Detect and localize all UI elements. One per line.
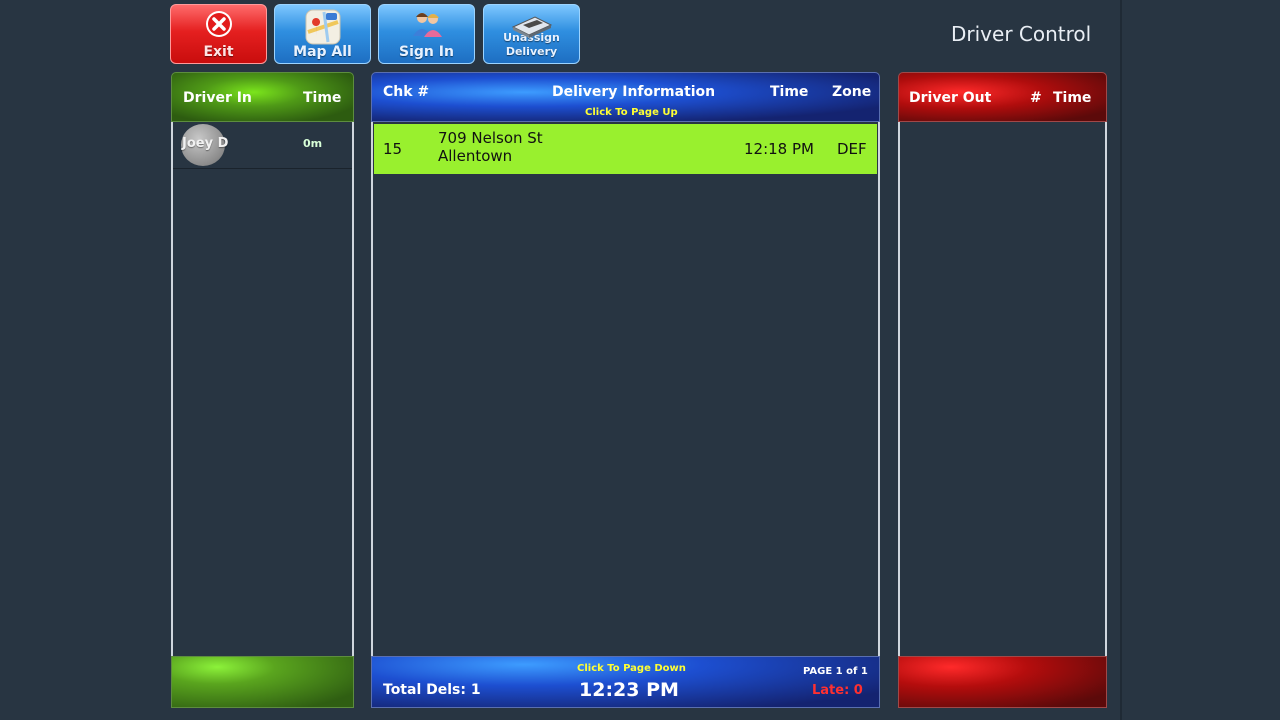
driver-row[interactable]: Joey D 0m xyxy=(173,122,352,169)
page-indicator: PAGE 1 of 1 xyxy=(803,666,868,677)
page-up-hint: Click To Page Up xyxy=(585,107,678,118)
delivery-footer[interactable]: Click To Page Down Total Dels: 1 12:23 P… xyxy=(371,656,880,708)
driver-out-panel: Driver Out # Time xyxy=(898,72,1107,708)
delivery-row[interactable]: 15 709 Nelson St Allentown 12:18 PM DEF xyxy=(374,124,877,174)
unassign-label-line2: Delivery xyxy=(505,45,558,58)
time-header: Time xyxy=(770,84,809,100)
driver-in-list: Joey D 0m xyxy=(171,122,354,656)
driver-time: 0m xyxy=(303,137,323,150)
delivery-panel: Chk # Delivery Information Click To Page… xyxy=(371,72,880,708)
driver-in-header: Driver In Time xyxy=(171,72,354,122)
screen-divider xyxy=(1120,0,1122,720)
delivery-zone: DEF xyxy=(837,140,867,158)
delivery-list: 15 709 Nelson St Allentown 12:18 PM DEF xyxy=(371,122,880,656)
delivery-tray-icon xyxy=(511,11,553,43)
delivery-time: 12:18 PM xyxy=(744,140,814,158)
delivery-chk: 15 xyxy=(383,140,403,158)
users-icon xyxy=(410,10,444,42)
late-count: Late: 0 xyxy=(812,683,863,698)
driver-in-title: Driver In xyxy=(183,90,252,106)
page-down-hint: Click To Page Down xyxy=(577,663,686,674)
driver-out-time-header: Time xyxy=(1053,90,1092,106)
delivery-address-line1: 709 Nelson St xyxy=(438,129,543,147)
zone-header: Zone xyxy=(832,84,872,100)
map-all-button[interactable]: Map All xyxy=(274,4,371,64)
current-time: 12:23 PM xyxy=(579,679,679,701)
exit-label: Exit xyxy=(203,44,234,60)
driver-name: Joey D xyxy=(182,136,229,151)
driver-out-title: Driver Out xyxy=(909,90,992,106)
page-title: Driver Control xyxy=(951,22,1092,46)
chk-header: Chk # xyxy=(383,84,430,100)
driver-out-list xyxy=(898,122,1107,656)
map-icon xyxy=(304,8,342,50)
delivery-header[interactable]: Chk # Delivery Information Click To Page… xyxy=(371,72,880,122)
total-deliveries: Total Dels: 1 xyxy=(383,682,481,698)
driver-in-time-header: Time xyxy=(303,90,342,106)
sign-in-label: Sign In xyxy=(399,44,454,60)
delivery-info-header: Delivery Information xyxy=(552,84,716,100)
close-icon xyxy=(205,10,233,42)
unassign-delivery-button[interactable]: Unassign Delivery xyxy=(483,4,580,64)
driver-out-footer[interactable] xyxy=(898,656,1107,708)
sign-in-button[interactable]: Sign In xyxy=(378,4,475,64)
delivery-address-line2: Allentown xyxy=(438,147,513,165)
driver-in-panel: Driver In Time Joey D 0m xyxy=(171,72,354,708)
driver-out-num-header: # xyxy=(1030,90,1042,106)
driver-in-footer[interactable] xyxy=(171,656,354,708)
driver-out-header: Driver Out # Time xyxy=(898,72,1107,122)
exit-button[interactable]: Exit xyxy=(170,4,267,64)
